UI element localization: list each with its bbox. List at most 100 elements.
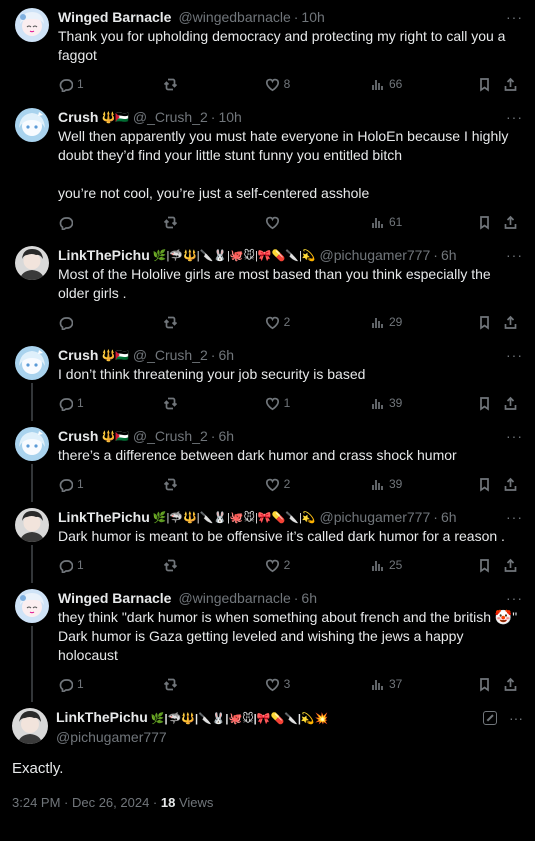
like-button[interactable]: 1: [265, 396, 370, 411]
tweet-text: Exactly.: [12, 760, 64, 777]
reply-button[interactable]: 1: [58, 477, 163, 492]
timestamp[interactable]: 3:24 PM · Dec 26, 2024 ·: [12, 795, 161, 810]
share-button[interactable]: [503, 77, 523, 92]
author-name[interactable]: Winged Barnacle: [58, 590, 171, 606]
bookmark-button[interactable]: [477, 396, 503, 411]
bookmark-button[interactable]: [477, 315, 503, 330]
author-name[interactable]: LinkThePichu 🌿|🦈🔱|🔪🐰|🐙🐭|🎀💊🔪|💫💥: [56, 708, 483, 728]
author-handle[interactable]: @_Crush_2: [133, 428, 208, 444]
timestamp[interactable]: 6h: [218, 428, 234, 444]
author-handle[interactable]: @wingedbarnacle: [178, 590, 290, 606]
retweet-button[interactable]: [163, 77, 264, 92]
avatar[interactable]: [15, 508, 49, 542]
avatar[interactable]: [15, 589, 49, 623]
views-button[interactable]: 29: [370, 315, 477, 330]
reply-tweet[interactable]: Crush 🔱🇵🇸 @_Crush_2 · 6h there’s a difference…: [0, 419, 535, 502]
reply-count: 1: [77, 77, 84, 91]
author-name[interactable]: LinkThePichu: [58, 509, 150, 525]
author-handle[interactable]: @pichugamer777: [56, 728, 483, 746]
tweet-text: Most of the Hololive girls are most base…: [58, 266, 495, 301]
more-options-icon[interactable]: ···: [509, 710, 523, 726]
author-name[interactable]: Crush: [58, 428, 98, 444]
reply-button[interactable]: [58, 215, 163, 230]
separator-dot: ·: [210, 109, 216, 125]
reply-tweet[interactable]: LinkThePichu 🌿|🦈🔱|🔪🐰|🐙🐭|🎀💊🔪|💫 @pichugamer7…: [0, 238, 535, 338]
reply-button[interactable]: [58, 315, 163, 330]
avatar[interactable]: [12, 708, 48, 744]
reply-button[interactable]: 1: [58, 396, 163, 411]
name-emojis: 🌿|🦈🔱|🔪🐰|🐙🐭|🎀💊🔪|💫💥: [150, 713, 329, 725]
views-button[interactable]: 39: [370, 477, 477, 492]
reply-button[interactable]: 1: [58, 677, 163, 692]
author-handle[interactable]: @pichugamer777: [320, 247, 431, 263]
author-name[interactable]: Crush: [58, 347, 98, 363]
retweet-button[interactable]: [163, 396, 264, 411]
share-button[interactable]: [503, 558, 523, 573]
bookmark-button[interactable]: [477, 677, 503, 692]
timestamp[interactable]: 6h: [441, 247, 457, 263]
reply-button[interactable]: 1: [58, 558, 163, 573]
heart-icon: [265, 77, 280, 92]
views-button[interactable]: 25: [370, 558, 477, 573]
more-options-icon[interactable]: ···: [506, 347, 523, 363]
retweet-button[interactable]: [163, 677, 264, 692]
reply-tweet[interactable]: Winged Barnacle @wingedbarnacle · 10h Thank …: [0, 0, 535, 100]
views-button[interactable]: 66: [370, 77, 477, 92]
bookmark-button[interactable]: [477, 77, 503, 92]
reply-tweet[interactable]: Winged Barnacle @wingedbarnacle · 6h they th…: [0, 581, 535, 702]
timestamp[interactable]: 6h: [441, 509, 457, 525]
author-handle[interactable]: @_Crush_2: [133, 109, 208, 125]
author-handle[interactable]: @_Crush_2: [133, 347, 208, 363]
timestamp[interactable]: 6h: [218, 347, 234, 363]
reply-button[interactable]: 1: [58, 77, 163, 92]
timestamp[interactable]: 10h: [218, 109, 241, 125]
more-options-icon[interactable]: ···: [506, 590, 523, 606]
avatar[interactable]: [15, 246, 49, 280]
like-button[interactable]: 2: [265, 477, 370, 492]
avatar[interactable]: [15, 108, 49, 142]
author-handle[interactable]: @pichugamer777: [320, 509, 431, 525]
like-button[interactable]: 2: [265, 558, 370, 573]
like-count: 2: [283, 315, 291, 329]
retweet-button[interactable]: [163, 215, 264, 230]
like-button[interactable]: [265, 215, 370, 230]
author-name[interactable]: LinkThePichu: [58, 247, 150, 263]
share-button[interactable]: [503, 677, 523, 692]
author-handle[interactable]: @wingedbarnacle: [178, 9, 290, 25]
retweet-button[interactable]: [163, 477, 264, 492]
reply-tweet[interactable]: Crush 🔱🇵🇸 @_Crush_2 · 10h Well then apparentl…: [0, 100, 535, 238]
reply-tweet[interactable]: LinkThePichu 🌿|🦈🔱|🔪🐰|🐙🐭|🎀💊🔪|💫 @pichugamer7…: [0, 500, 535, 583]
like-button[interactable]: 8: [265, 77, 370, 92]
more-options-icon[interactable]: ···: [506, 247, 523, 263]
timestamp[interactable]: 10h: [301, 9, 324, 25]
views-button[interactable]: 39: [370, 396, 477, 411]
like-button[interactable]: 2: [265, 315, 370, 330]
bookmark-button[interactable]: [477, 215, 503, 230]
more-options-icon[interactable]: ···: [506, 9, 523, 25]
heart-icon: [265, 677, 280, 692]
share-button[interactable]: [503, 315, 523, 330]
views-button[interactable]: 37: [370, 677, 477, 692]
avatar[interactable]: [15, 346, 49, 380]
reply-tweet[interactable]: Crush 🔱🇵🇸 @_Crush_2 · 6h I don’t think threat…: [0, 338, 535, 421]
avatar[interactable]: [15, 8, 49, 42]
grok-icon[interactable]: [483, 711, 497, 725]
timestamp[interactable]: 6h: [301, 590, 317, 606]
share-button[interactable]: [503, 396, 523, 411]
retweet-button[interactable]: [163, 315, 264, 330]
views-button[interactable]: 61: [370, 215, 477, 230]
retweet-button[interactable]: [163, 558, 264, 573]
author-name[interactable]: Crush: [58, 109, 98, 125]
share-button[interactable]: [503, 477, 523, 492]
more-options-icon[interactable]: ···: [506, 428, 523, 444]
bookmark-button[interactable]: [477, 477, 503, 492]
bookmark-icon: [477, 558, 492, 573]
retweet-icon: [163, 558, 178, 573]
more-options-icon[interactable]: ···: [506, 109, 523, 125]
like-button[interactable]: 3: [265, 677, 370, 692]
author-name[interactable]: Winged Barnacle: [58, 9, 171, 25]
more-options-icon[interactable]: ···: [506, 509, 523, 525]
bookmark-button[interactable]: [477, 558, 503, 573]
avatar[interactable]: [15, 427, 49, 461]
share-button[interactable]: [503, 215, 523, 230]
